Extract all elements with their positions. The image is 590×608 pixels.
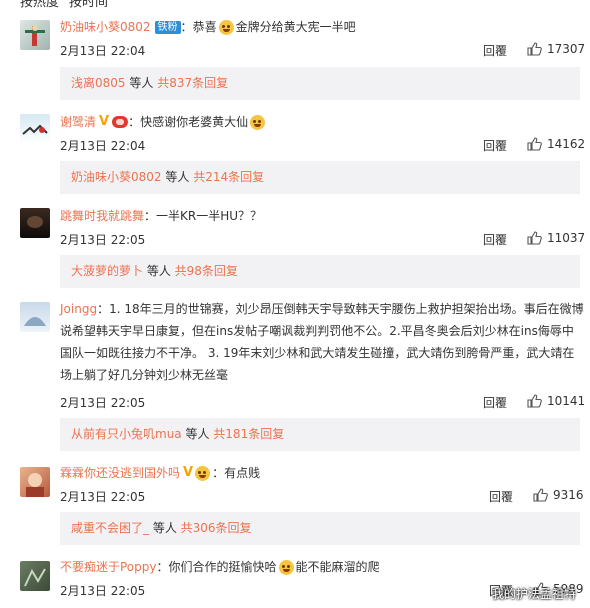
avatar-image — [22, 124, 48, 135]
emoji-icon — [250, 114, 266, 130]
comment-text: 恭喜 — [192, 20, 217, 34]
reply-user-link[interactable]: 咸重不会困了_ — [71, 521, 149, 535]
comment-text-line: 国队一如既往接力不干净。 3. 19年末刘少林和武大靖发生碰撞，武大靖伤到胯骨严… — [60, 346, 575, 360]
reply-user-link[interactable]: 从前有只小兔叽mua — [71, 427, 182, 441]
username-link[interactable]: 奶油味小葵0802 — [60, 19, 151, 35]
avatar-image — [26, 473, 44, 497]
avatar[interactable] — [20, 467, 50, 497]
reply-summary[interactable]: 浅离0805 等人 共837条回复 — [60, 67, 580, 100]
colon: ： — [144, 209, 157, 223]
username-link[interactable]: 跳舞时我就跳舞 — [60, 208, 144, 224]
like-button[interactable]: 17307 — [527, 42, 585, 56]
comment-text-line: 场上躺了好几分钟刘少林无丝毫 — [60, 368, 229, 382]
comment-text: 金牌分给黄大宪一半吧 — [235, 20, 356, 34]
colon: ： — [180, 20, 193, 34]
avatar-image — [24, 317, 46, 326]
comment-line: 霖霖你还没逃到国外吗 V ： 有点贱 — [60, 465, 260, 481]
colon: ： — [212, 466, 225, 480]
avatar[interactable] — [20, 20, 50, 50]
comment-text: 有点贱 — [224, 466, 261, 480]
comment-text-line: 说希望韩天宇早日康复，但在ins发帖子嘲讽裁判判罚他不公。2.平昌冬奥会后刘少林… — [60, 324, 574, 338]
thumbs-up-icon — [527, 42, 542, 56]
reply-count-link[interactable]: 共214条回复 — [193, 170, 264, 184]
emoji-icon — [218, 19, 234, 35]
colon: ： — [97, 302, 110, 316]
comment-line: 奶油味小葵0802 铁粉 ： 恭喜 金牌分给黄大宪一半吧 — [60, 19, 356, 35]
thumbs-up-icon — [533, 488, 548, 502]
comment-text: 能不能麻溜的爬 — [295, 560, 380, 574]
like-count: 11037 — [547, 231, 586, 245]
reply-button[interactable]: 回覆 — [483, 137, 507, 154]
thumbs-up-icon — [527, 394, 542, 408]
reply-summary[interactable]: 咸重不会困了_ 等人 共306条回复 — [60, 512, 580, 545]
avatar[interactable] — [20, 561, 50, 591]
username-link[interactable]: 霖霖你还没逃到国外吗 — [60, 465, 180, 481]
comment-date: 2月13日 22:04 — [60, 44, 146, 58]
reply-summary[interactable]: 从前有只小兔叽mua 等人 共181条回复 — [60, 418, 580, 451]
comment-date: 2月13日 22:05 — [60, 490, 146, 504]
fan-badge[interactable]: 铁粉 — [154, 20, 181, 34]
avatar[interactable] — [20, 114, 50, 144]
like-count: 9316 — [553, 488, 584, 502]
watermark: 我的护法孟祖特 — [492, 587, 577, 601]
like-button[interactable]: 10141 — [527, 394, 585, 408]
avatar-image — [24, 568, 46, 587]
v-badge-icon: V — [183, 465, 194, 480]
like-button[interactable]: 9316 — [533, 488, 584, 502]
reply-mid-text: 等人 — [161, 170, 194, 184]
comment-date: 2月13日 22:05 — [60, 233, 146, 247]
reply-count-link[interactable]: 共306条回复 — [181, 521, 252, 535]
reply-count-link[interactable]: 共98条回复 — [175, 264, 238, 278]
sort-hot-tab[interactable]: 按热度 — [20, 0, 59, 10]
comment-text: 你们合作的挺愉快哈 — [168, 560, 277, 574]
reply-button[interactable]: 回覆 — [483, 42, 507, 59]
comment-text: 一半KR一半HU？？ — [156, 209, 263, 223]
reply-button[interactable]: 回覆 — [489, 488, 513, 505]
comment-text-line: 1. 18年三月的世锦赛，刘少昂压倒韩天宇导致韩天宇腰伤上救护担架抬出场。事后在… — [109, 302, 584, 316]
sort-time-tab[interactable]: 按时间 — [69, 0, 108, 10]
comment-date: 2月13日 22:05 — [60, 396, 146, 410]
reply-mid-text: 等人 — [181, 427, 214, 441]
username-link[interactable]: 谢鹭清 — [60, 114, 96, 130]
username-link[interactable]: Joingg — [60, 302, 97, 316]
reply-mid-text: 等人 — [125, 76, 158, 90]
like-count: 14162 — [547, 137, 586, 151]
comment-line: 谢鹭清 V ： 快感谢你老婆黄大仙 — [60, 114, 267, 130]
v-badge-icon: V — [99, 114, 110, 129]
avatar[interactable] — [20, 302, 50, 332]
username-link[interactable]: 不要痴迷于Poppy — [60, 559, 157, 575]
colon: ： — [156, 560, 169, 574]
avatar-image — [25, 25, 45, 46]
reply-user-link[interactable]: 浅离0805 — [71, 76, 126, 90]
avatar-image — [27, 216, 43, 228]
comment-line: 跳舞时我就跳舞 ： 一半KR一半HU？？ — [60, 208, 262, 224]
reply-count-link[interactable]: 共837条回复 — [157, 76, 228, 90]
comment-line: 不要痴迷于Poppy ： 你们合作的挺愉快哈 能不能麻溜的爬 — [60, 559, 380, 575]
reply-count-link[interactable]: 共181条回复 — [213, 427, 284, 441]
reply-mid-text: 等人 — [149, 521, 181, 535]
like-button[interactable]: 14162 — [527, 137, 585, 151]
reply-user-link[interactable]: 奶油味小葵0802 — [71, 170, 162, 184]
comment-date: 2月13日 22:05 — [60, 584, 146, 598]
red-badge-icon — [112, 116, 129, 128]
thumbs-up-icon — [527, 137, 542, 151]
comment-date: 2月13日 22:04 — [60, 139, 146, 153]
like-count: 17307 — [547, 42, 586, 56]
avatar[interactable] — [20, 208, 50, 238]
thumbs-up-icon — [527, 231, 542, 245]
reply-mid-text: 等人 — [143, 264, 175, 278]
reply-summary[interactable]: 大菠萝的萝卜 等人 共98条回复 — [60, 255, 580, 288]
colon: ： — [128, 115, 141, 129]
reply-button[interactable]: 回覆 — [483, 394, 507, 411]
sort-bar: 按热度 按时间 — [20, 0, 108, 10]
like-button[interactable]: 11037 — [527, 231, 585, 245]
emoji-icon — [278, 559, 294, 575]
emoji-icon — [195, 465, 211, 481]
like-count: 10141 — [547, 394, 586, 408]
comment-text: 快感谢你老婆黄大仙 — [140, 115, 249, 129]
reply-user-link[interactable]: 大菠萝的萝卜 — [71, 264, 143, 278]
comment-body: Joingg：1. 18年三月的世锦赛，刘少昂压倒韩天宇导致韩天宇腰伤上救护担架… — [60, 298, 584, 386]
reply-summary[interactable]: 奶油味小葵0802 等人 共214条回复 — [60, 161, 580, 194]
reply-button[interactable]: 回覆 — [483, 231, 507, 248]
